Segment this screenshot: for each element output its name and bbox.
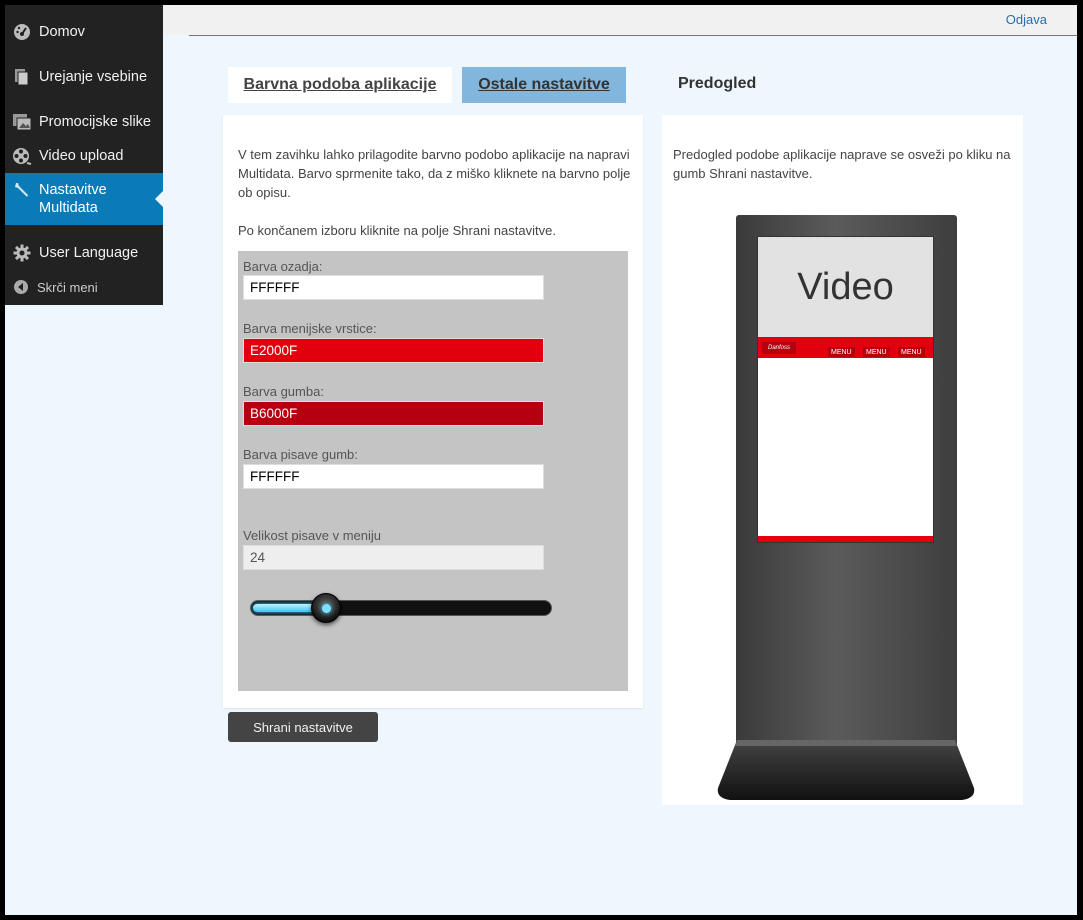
sidebar-item-label: Video upload — [39, 148, 124, 164]
collapse-menu-button[interactable]: Skrči meni — [5, 275, 163, 299]
menubar-color-field[interactable]: E2000F — [243, 338, 544, 363]
dashboard-icon — [5, 23, 39, 41]
preview-description: Predogled podobe aplikacije naprave se o… — [673, 147, 1011, 181]
admin-sidebar: Domov Urejanje vsebine Promocijske slike… — [5, 5, 163, 305]
kiosk-screen: Video Danfoss MENU MENU MENU — [757, 236, 934, 543]
intro-text: V tem zavihku lahko prilagodite barvno p… — [238, 147, 631, 200]
background-color-label: Barva ozadja: — [243, 259, 323, 274]
background-color-field[interactable]: FFFFFF — [243, 275, 544, 300]
film-icon — [5, 147, 39, 165]
menubar-color-label: Barva menijske vrstice: — [243, 321, 377, 336]
screen-bottom-bar — [758, 536, 933, 542]
screen-menu-button: MENU — [828, 347, 855, 357]
intro-instruction: Po končanem izboru kliknite na polje Shr… — [238, 223, 556, 238]
gear-icon — [5, 244, 39, 262]
sidebar-item-domov[interactable]: Domov — [5, 17, 163, 47]
sidebar-item-label: Nastavitve Multidata — [39, 182, 107, 216]
menu-font-size-field: 24 — [243, 545, 544, 570]
sidebar-item-nastavitve-multidata[interactable]: Nastavitve Multidata — [5, 173, 163, 225]
sidebar-item-label: Promocijske slike — [39, 114, 151, 130]
app-window: Domov Urejanje vsebine Promocijske slike… — [5, 5, 1077, 915]
tab-barvna-podoba[interactable]: Barvna podoba aplikacije — [228, 67, 452, 103]
preview-panel: Predogled podobe aplikacije naprave se o… — [662, 115, 1023, 805]
sidebar-item-label: Domov — [39, 24, 85, 40]
menu-font-size-label: Velikost pisave v meniju — [243, 528, 382, 543]
button-color-field[interactable]: B6000F — [243, 401, 544, 426]
sidebar-item-label: Urejanje vsebine — [39, 69, 148, 85]
sidebar-item-urejanje-vsebine[interactable]: Urejanje vsebine — [5, 62, 163, 92]
brand-logo: Danfoss — [762, 342, 796, 354]
color-settings-panel: V tem zavihku lahko prilagodite barvno p… — [223, 115, 643, 708]
save-settings-button[interactable]: Shrani nastavitve — [228, 712, 378, 742]
font-size-slider[interactable] — [250, 593, 552, 623]
button-font-color-label: Barva pisave gumb: — [243, 447, 358, 462]
kiosk-device-image: Video Danfoss MENU MENU MENU — [736, 215, 957, 770]
preview-title: Predogled — [678, 75, 757, 92]
settings-intro: V tem zavihku lahko prilagodite barvno p… — [238, 145, 633, 240]
screen-video-area: Video — [758, 237, 933, 337]
wrench-icon — [5, 173, 39, 199]
screen-menubar: Danfoss MENU MENU MENU — [758, 337, 933, 358]
sidebar-item-video-upload[interactable]: Video upload — [5, 142, 163, 170]
admin-topbar — [163, 5, 1077, 35]
button-font-color-field[interactable]: FFFFFF — [243, 464, 544, 489]
collapse-arrow-icon — [5, 279, 37, 295]
logout-link[interactable]: Odjava — [1006, 12, 1047, 27]
kiosk-base-image — [717, 740, 975, 800]
screen-menu-button: MENU — [863, 347, 890, 357]
slider-handle[interactable] — [311, 593, 341, 623]
settings-form: Barva ozadja: FFFFFF Barva menijske vrst… — [238, 251, 628, 691]
sidebar-item-promocijske-slike[interactable]: Promocijske slike — [5, 107, 163, 137]
topbar-divider — [189, 35, 1077, 36]
pages-icon — [5, 68, 39, 86]
button-color-label: Barva gumba: — [243, 384, 324, 399]
collapse-menu-label: Skrči meni — [37, 279, 98, 295]
tab-ostale-nastavitve[interactable]: Ostale nastavitve — [462, 67, 626, 103]
screen-menu-button: MENU — [898, 347, 925, 357]
sidebar-item-user-language[interactable]: User Language — [5, 238, 163, 268]
images-icon — [5, 113, 39, 131]
sidebar-item-label: User Language — [39, 245, 139, 261]
